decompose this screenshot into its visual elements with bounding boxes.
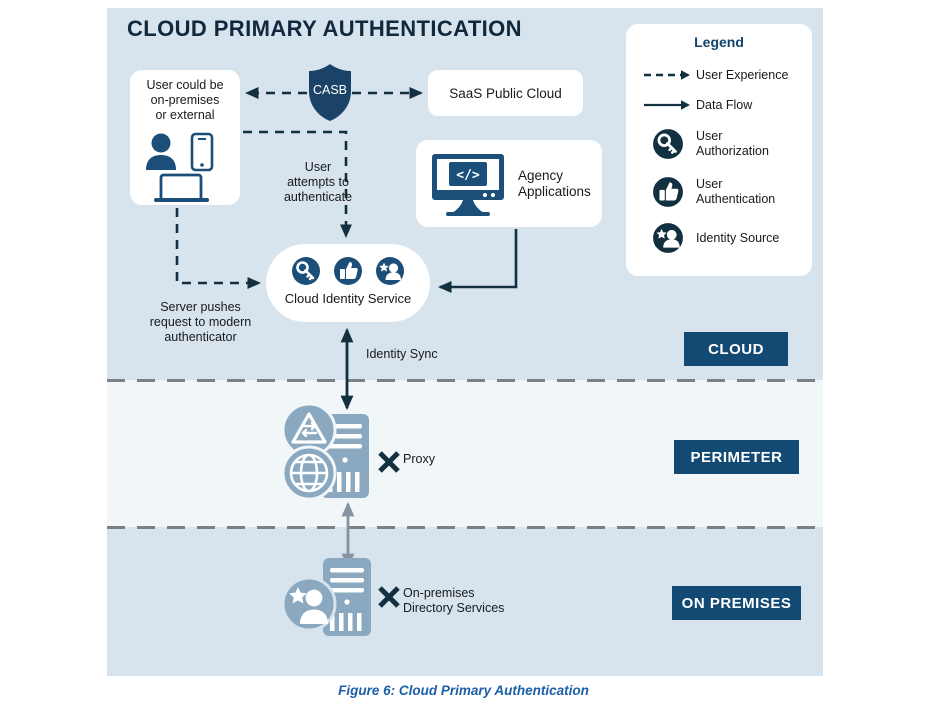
user-attempts-label: User attempts to authenticate — [283, 160, 353, 204]
proxy-label: Proxy — [403, 452, 435, 466]
cloud-identity-service-icons — [266, 256, 430, 286]
agency-applications-label: Agency Applications — [518, 167, 591, 199]
cloud-identity-service-node: Cloud Identity Service — [266, 244, 430, 322]
diagram-title: CLOUD PRIMARY AUTHENTICATION — [127, 16, 522, 41]
user-node-label: User could be on-premises or external — [146, 78, 224, 122]
dashed-arrow-icon — [640, 68, 696, 82]
identity-source-circle-icon — [640, 222, 696, 254]
laptop-icon — [154, 173, 209, 202]
legend-item-data-flow: Data Flow — [640, 92, 812, 118]
on-premises-directory-label: On-premises Directory Services — [403, 586, 505, 615]
casb-node: CASB — [307, 63, 353, 123]
zone-badge-perimeter: PERIMETER — [674, 440, 799, 474]
diagram-page: CLOUD PRIMARY AUTHENTICATION User could — [0, 0, 927, 714]
zone-divider-cloud-perimeter — [107, 379, 823, 382]
legend-label-user-experience: User Experience — [696, 67, 789, 82]
key-circle-icon — [640, 128, 696, 160]
legend-label-identity-source: Identity Source — [696, 230, 780, 245]
phone-home-button-icon — [200, 163, 204, 167]
legend-title: Legend — [694, 34, 744, 50]
monitor-code-icon: </> — [432, 153, 504, 216]
directory-server-icon — [281, 558, 371, 636]
agency-applications-node: </> Agency Applications — [416, 140, 602, 227]
solid-arrow-icon — [640, 98, 696, 112]
legend-label-user-authorization: User Authorization — [696, 129, 769, 158]
legend-label-user-authentication: User Authentication — [696, 177, 776, 206]
legend-item-user-experience: User Experience — [640, 62, 812, 88]
user-authentication-thumbsup-icon — [334, 257, 362, 285]
proxy-x-mark-icon — [378, 451, 400, 473]
legend-panel: Legend User Experience Data Flow User Au… — [626, 24, 812, 276]
person-icon — [146, 133, 176, 170]
zone-badge-on-premises: ON PREMISES — [672, 586, 801, 620]
server-pushes-label: Server pushes request to modern authenti… — [149, 300, 252, 344]
casb-label: CASB — [312, 83, 348, 97]
legend-item-user-authorization: User Authorization — [640, 124, 812, 164]
zone-divider-perimeter-onprem — [107, 526, 823, 529]
thumbsup-circle-icon — [640, 176, 696, 208]
identity-sync-label: Identity Sync — [366, 347, 438, 361]
user-device-icons — [146, 132, 214, 202]
user-authorization-key-icon — [292, 257, 320, 285]
zone-badge-cloud: CLOUD — [684, 332, 788, 366]
saas-public-cloud-node: SaaS Public Cloud — [428, 70, 583, 116]
figure-caption: Figure 6: Cloud Primary Authentication — [338, 683, 589, 698]
svg-text:</>: </> — [456, 168, 480, 183]
legend-label-data-flow: Data Flow — [696, 97, 753, 112]
directory-x-mark-icon — [378, 586, 400, 608]
identity-source-icon — [376, 257, 404, 285]
proxy-node — [279, 402, 375, 505]
legend-item-user-authentication: User Authentication — [640, 172, 812, 212]
proxy-server-icon — [281, 402, 369, 501]
saas-public-cloud-label: SaaS Public Cloud — [449, 85, 562, 101]
user-node: User could be on-premises or external — [130, 70, 240, 205]
on-premises-directory-node — [281, 556, 377, 643]
cloud-identity-service-label: Cloud Identity Service — [284, 291, 412, 306]
legend-item-identity-source: Identity Source — [640, 220, 812, 256]
